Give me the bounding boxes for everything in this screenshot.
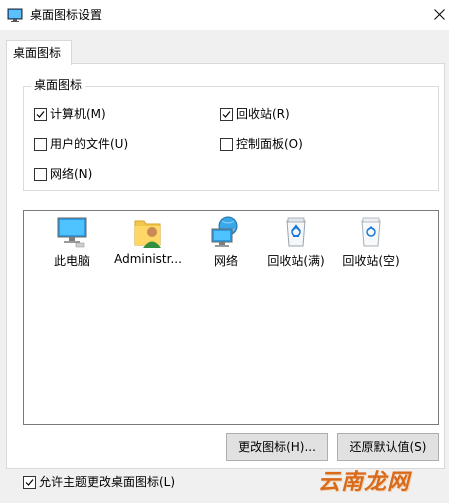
close-button[interactable] <box>425 0 449 30</box>
checkmark-icon <box>36 111 45 118</box>
checkbox-label: 用户的文件(U) <box>50 137 129 151</box>
icon-list[interactable]: 此电脑 Administr... 网络 回收站(满) 回收站(空) <box>23 210 439 425</box>
list-item-recycle-bin-empty[interactable]: 回收站(空) <box>336 215 406 275</box>
window-title: 桌面图标设置 <box>30 8 103 22</box>
checkbox-box[interactable] <box>23 476 36 489</box>
checkbox-label: 回收站(R) <box>236 107 290 121</box>
checkbox-label: 控制面板(O) <box>236 137 303 151</box>
checkbox-label: 网络(N) <box>50 167 93 181</box>
checkmark-icon <box>25 479 34 486</box>
icon-label: 此电脑 <box>53 254 90 268</box>
icon-label: 回收站(满) <box>267 254 325 268</box>
checkbox-box[interactable] <box>34 138 47 151</box>
recycle-bin-full-icon <box>280 215 312 249</box>
icon-label: Administr... <box>114 252 182 266</box>
watermark: 云南龙网 <box>318 469 411 495</box>
network-icon <box>210 215 242 249</box>
user-folder-icon <box>132 215 164 249</box>
icon-label: 回收站(空) <box>342 254 400 268</box>
computer-icon <box>56 215 88 249</box>
list-item-this-pc[interactable]: 此电脑 <box>37 215 107 275</box>
restore-default-button[interactable]: 还原默认值(S) <box>337 433 439 461</box>
checkbox-label: 计算机(M) <box>50 107 106 121</box>
checkbox-box[interactable] <box>34 108 47 121</box>
list-item-user-files[interactable]: Administr... <box>113 215 183 275</box>
checkbox-box[interactable] <box>34 168 47 181</box>
checkbox-box[interactable] <box>220 108 233 121</box>
close-icon <box>434 9 445 20</box>
list-item-recycle-bin-full[interactable]: 回收站(满) <box>261 215 331 275</box>
group-legend: 桌面图标 <box>31 77 86 93</box>
desktop-settings-icon <box>7 7 23 23</box>
list-item-network[interactable]: 网络 <box>191 215 261 275</box>
tab-label: 桌面图标 <box>13 46 62 60</box>
checkbox-label: 允许主题更改桌面图标(L) <box>39 475 176 489</box>
checkmark-icon <box>222 111 231 118</box>
tab-desktop-icons[interactable]: 桌面图标 <box>6 40 72 65</box>
recycle-bin-empty-icon <box>355 215 387 249</box>
checkbox-box[interactable] <box>220 138 233 151</box>
change-icon-button[interactable]: 更改图标(H)... <box>226 433 328 461</box>
title-bar: 桌面图标设置 <box>0 0 449 30</box>
